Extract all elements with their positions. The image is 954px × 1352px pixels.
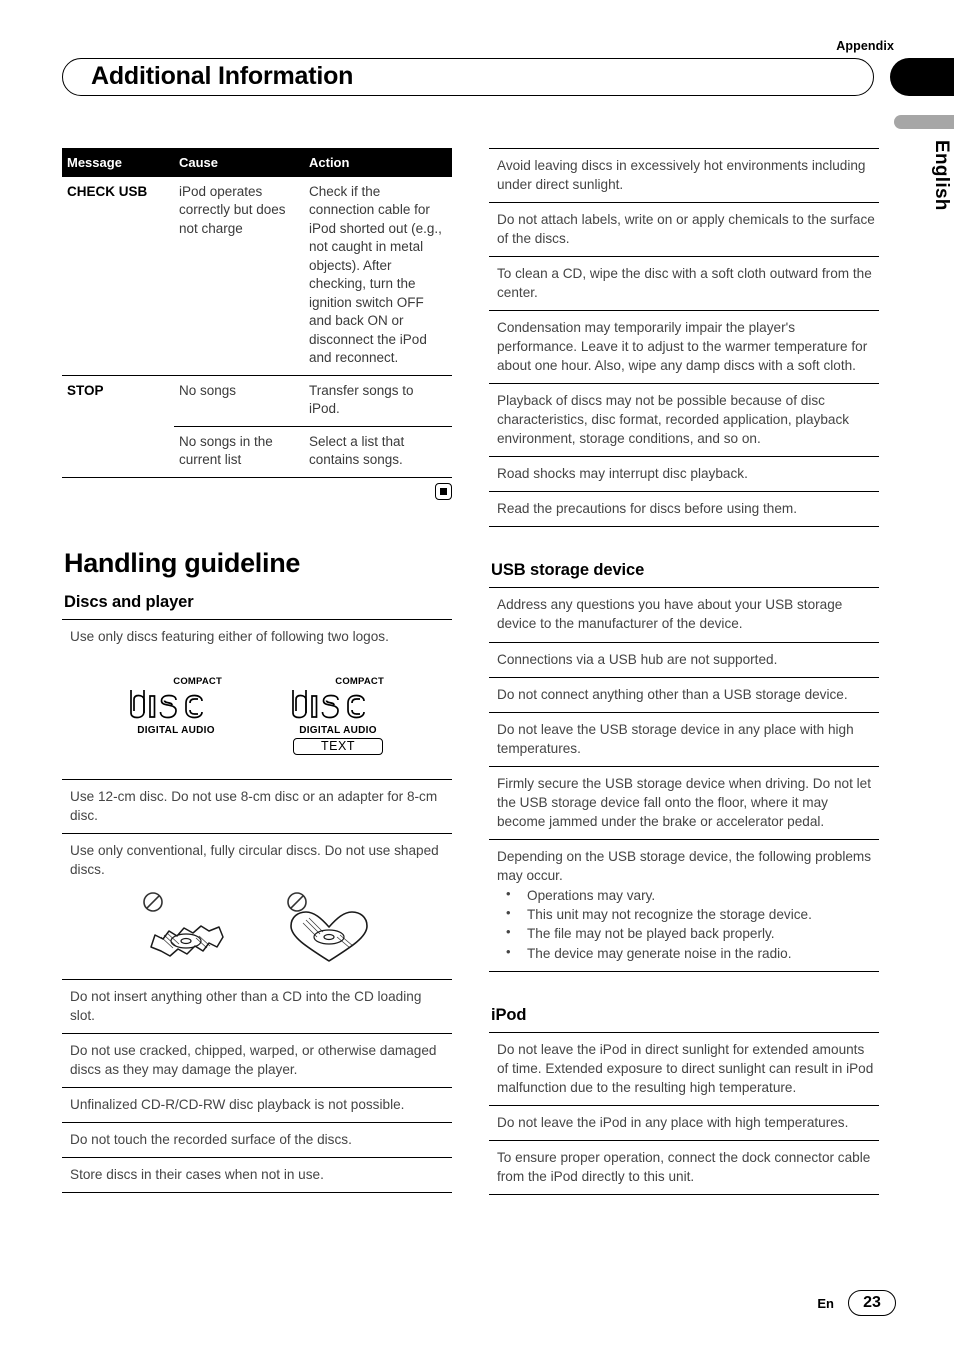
bullet-item: The device may generate noise in the rad… bbox=[497, 943, 875, 963]
list-item-lead-text: Depending on the USB storage device, the… bbox=[497, 848, 872, 883]
stop-square-icon bbox=[435, 482, 452, 500]
handling-guideline-heading: Handling guideline bbox=[64, 547, 301, 578]
column-header-cause: Cause bbox=[174, 148, 304, 177]
list-item: Do not leave the USB storage device in a… bbox=[489, 713, 879, 767]
heart-disc-prohibited-icon bbox=[287, 892, 368, 962]
table-header-row: Message Cause Action bbox=[62, 148, 452, 177]
cd-logo-block: COMPACT DIGITAL AUDIO COMPACT DIGITAL AU… bbox=[62, 654, 452, 780]
list-item: Do not attach labels, write on or apply … bbox=[489, 203, 879, 258]
left-column: Message Cause Action CHECK USB iPod oper… bbox=[62, 148, 452, 1194]
list-item: Use 12-cm disc. Do not use 8-cm disc or … bbox=[62, 780, 452, 834]
list-item: To ensure proper operation, connect the … bbox=[489, 1141, 879, 1196]
cell-cause: iPod operates correctly but does not cha… bbox=[179, 184, 286, 236]
list-item: To clean a CD, wipe the disc with a soft… bbox=[489, 257, 879, 312]
wavy-disc-prohibited-icon bbox=[143, 892, 224, 957]
cell-action: Transfer songs to iPod. bbox=[304, 374, 452, 427]
list-item: Do not use cracked, chipped, warped, or … bbox=[62, 1034, 452, 1089]
list-item: Do not insert anything other than a CD i… bbox=[62, 978, 452, 1034]
right-column: Avoid leaving discs in excessively hot e… bbox=[489, 148, 879, 1196]
cd-logo-audio: COMPACT DIGITAL AUDIO bbox=[128, 676, 224, 755]
disc-wordmark-svg bbox=[130, 689, 203, 719]
list-item: Avoid leaving discs in excessively hot e… bbox=[489, 149, 879, 204]
list-item: Do not touch the recorded surface of the… bbox=[62, 1123, 452, 1159]
compact-disc-icon bbox=[128, 686, 224, 724]
list-item: Do not leave the iPod in direct sunlight… bbox=[489, 1033, 879, 1107]
discs-and-player-list: Use only discs featuring either of follo… bbox=[62, 618, 452, 1194]
error-message-table: Message Cause Action CHECK USB iPod oper… bbox=[62, 148, 452, 477]
gray-edge-tab bbox=[894, 115, 954, 129]
list-item: Do not connect anything other than a USB… bbox=[489, 678, 879, 713]
shaped-disc-illustration bbox=[62, 887, 452, 979]
list-item: Firmly secure the USB storage device whe… bbox=[489, 767, 879, 840]
ipod-list: Do not leave the iPod in direct sunlight… bbox=[489, 1031, 879, 1196]
cell-message: CHECK USB bbox=[67, 184, 148, 199]
footer-language-code: En bbox=[817, 1295, 834, 1311]
language-side-label: English bbox=[931, 140, 952, 211]
list-item: Use only discs featuring either of follo… bbox=[70, 628, 389, 644]
cd-logo-text: COMPACT DIGITAL AUDIO TEXT bbox=[290, 676, 386, 755]
list-item: Road shocks may interrupt disc playback. bbox=[489, 457, 879, 493]
usb-storage-device-list: Address any questions you have about you… bbox=[489, 587, 879, 972]
cd-digital-audio-label: DIGITAL AUDIO bbox=[299, 724, 377, 736]
table-row: No songs in the current list Select a li… bbox=[62, 425, 452, 477]
page-footer: En 23 bbox=[817, 1290, 896, 1316]
list-item-with-bullets: Depending on the USB storage device, the… bbox=[489, 840, 879, 972]
list-item: Address any questions you have about you… bbox=[489, 588, 879, 643]
usb-storage-device-heading: USB storage device bbox=[491, 561, 645, 580]
appendix-label: Appendix bbox=[836, 39, 894, 53]
column-header-message: Message bbox=[62, 148, 174, 177]
list-item: Read the precautions for discs before us… bbox=[489, 492, 879, 528]
cell-action: Check if the connection cable for iPod s… bbox=[309, 184, 442, 366]
cell-cause: No songs bbox=[174, 374, 304, 427]
list-item: Use only conventional, fully circular di… bbox=[62, 834, 452, 887]
usb-problem-bullets: Operations may vary. This unit may not r… bbox=[497, 885, 875, 963]
cd-digital-audio-label: DIGITAL AUDIO bbox=[137, 724, 215, 736]
page-title-pill: Additional Information bbox=[62, 58, 874, 96]
list-item-text: Use only conventional, fully circular di… bbox=[70, 842, 439, 877]
cell-cause: No songs in the current list bbox=[174, 425, 304, 477]
page-title: Additional Information bbox=[91, 61, 354, 90]
black-edge-tab bbox=[890, 58, 954, 96]
ipod-heading: iPod bbox=[491, 1005, 527, 1024]
table-row: CHECK USB iPod operates correctly but do… bbox=[62, 177, 452, 375]
list-item: Connections via a USB hub are not suppor… bbox=[489, 643, 879, 678]
list-item: Unfinalized CD-R/CD-RW disc playback is … bbox=[62, 1088, 452, 1124]
page-number-badge: 23 bbox=[848, 1290, 896, 1316]
disc-wordmark-svg bbox=[292, 689, 365, 719]
cd-text-badge: TEXT bbox=[293, 737, 383, 755]
bullet-item: Operations may vary. bbox=[497, 885, 875, 905]
table-row: STOP No songs Transfer songs to iPod. bbox=[62, 374, 452, 427]
cell-message: STOP bbox=[62, 374, 174, 427]
discs-and-player-heading: Discs and player bbox=[64, 592, 194, 611]
bullet-item: This unit may not recognize the storage … bbox=[497, 904, 875, 924]
discs-and-player-right-list: Avoid leaving discs in excessively hot e… bbox=[489, 148, 879, 528]
compact-disc-icon bbox=[290, 686, 386, 724]
list-item: Do not leave the iPod in any place with … bbox=[489, 1106, 879, 1142]
cell-message bbox=[62, 426, 174, 476]
list-item: Condensation may temporarily impair the … bbox=[489, 311, 879, 385]
list-item: Playback of discs may not be possible be… bbox=[489, 384, 879, 458]
list-item: Store discs in their cases when not in u… bbox=[62, 1158, 452, 1194]
cell-action: Select a list that contains songs. bbox=[304, 425, 452, 477]
document-page: Appendix Additional Information English … bbox=[0, 0, 954, 1352]
column-header-action: Action bbox=[304, 148, 452, 177]
bullet-item: The file may not be played back properly… bbox=[497, 923, 875, 943]
end-of-section-marker-row bbox=[62, 478, 452, 500]
